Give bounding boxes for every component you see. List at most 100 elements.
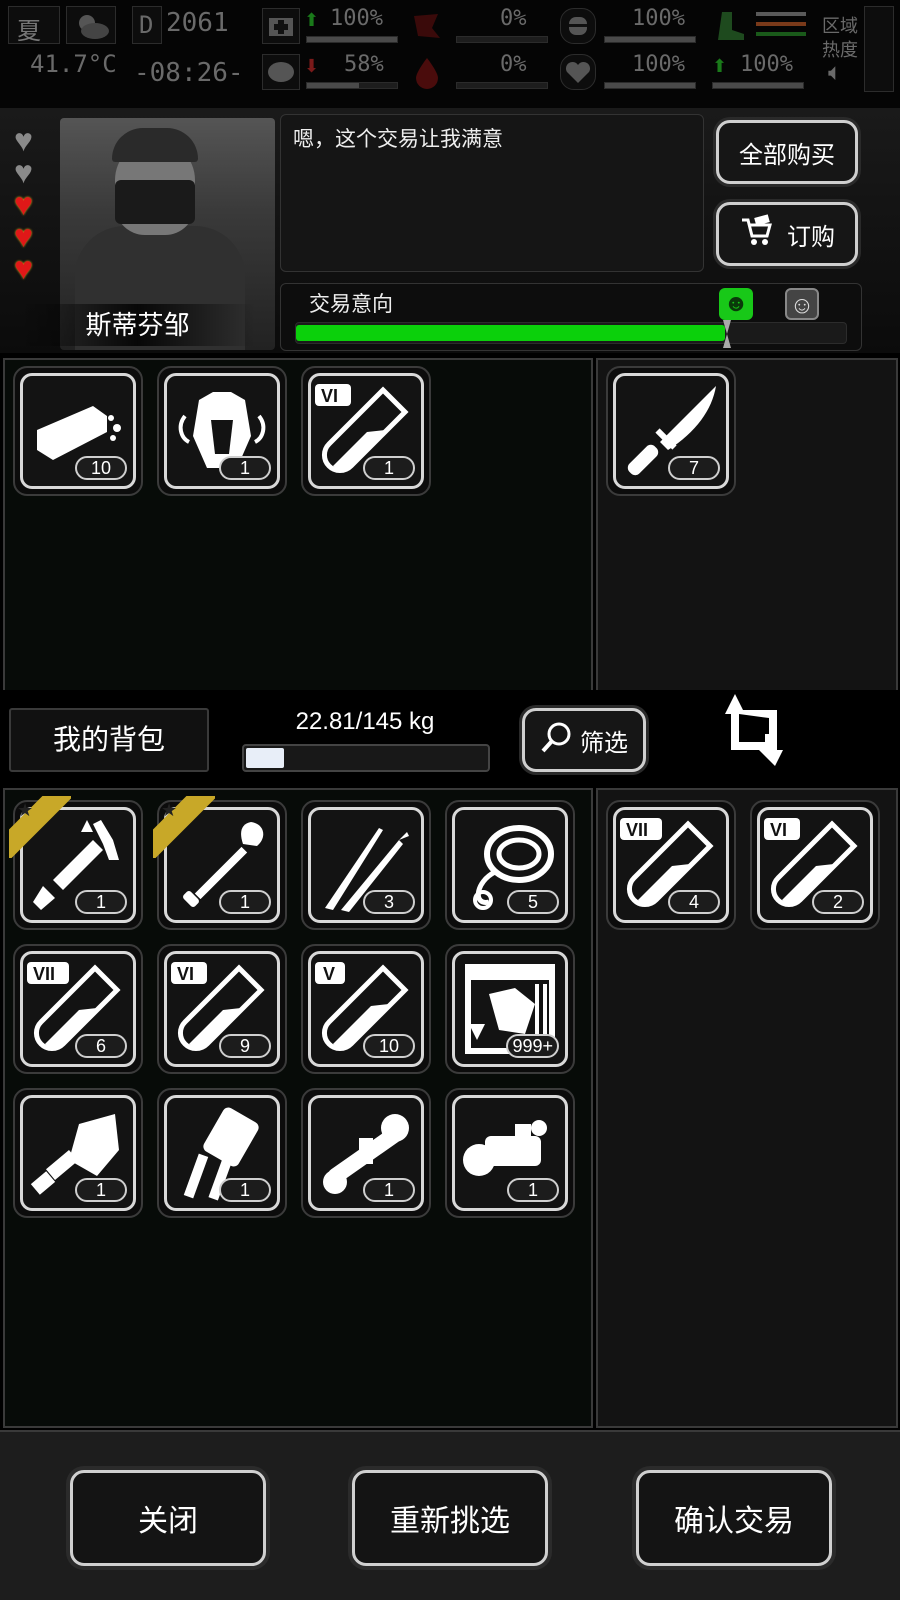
grin-face-icon: ☺ — [785, 288, 819, 320]
confirm-label: 确认交易 — [674, 1505, 794, 1538]
bag-item-slot[interactable]: VI 9 — [157, 944, 287, 1074]
bag-offer-slot[interactable]: VI 2 — [750, 800, 880, 930]
mood-bar — [604, 82, 696, 89]
medkit-icon — [262, 8, 300, 44]
slot-frame: VI 9 — [164, 951, 280, 1067]
item-count: 1 — [507, 1178, 559, 1202]
happy-face-icon: ☻ — [719, 288, 753, 320]
temperature-readout: 41.7°C — [30, 50, 117, 78]
slot-frame: 1 — [452, 1095, 568, 1211]
item-count: 3 — [363, 890, 415, 914]
item-count: 7 — [668, 456, 720, 480]
tier-label: VI — [321, 386, 339, 406]
blood-drop-icon — [412, 54, 442, 90]
zone-heat-meter — [864, 6, 894, 92]
trade-intent-panel: 交易意向 ☻ ☺ — [280, 283, 862, 351]
portrait-mask — [115, 180, 195, 224]
season-badge: 夏 — [8, 6, 60, 45]
tier-label: V — [323, 964, 336, 984]
item-count: 1 — [363, 456, 415, 480]
item-count: 4 — [668, 890, 720, 914]
hunger-down-arrow-icon: ⬇ — [304, 56, 320, 76]
bag-item-slot[interactable]: V 10 — [301, 944, 431, 1074]
bag-item-slot[interactable]: 1 — [445, 1088, 575, 1218]
bag-item-slot[interactable]: 1 — [13, 1088, 143, 1218]
affection-heart-empty-icon: ♥ — [14, 122, 33, 158]
bag-item-slot[interactable]: 1 — [157, 1088, 287, 1218]
bag-weight-bar — [242, 744, 490, 772]
tier-label: VII — [33, 964, 56, 984]
reselect-button[interactable]: 重新挑选 — [352, 1470, 548, 1566]
merchant-header: ♥ ♥ ♥ ♥ ♥ 斯蒂芬邹 嗯，这个交易让我满意 全部购买 订购 交易意向 ☻… — [0, 108, 900, 353]
bag-item-slot[interactable]: 1 — [301, 1088, 431, 1218]
stamina-up-arrow-icon: ⬆ — [712, 56, 728, 76]
slot-frame: 1 — [308, 1095, 424, 1211]
slot-frame: VII 4 — [613, 807, 729, 923]
tier-label: VI — [770, 820, 788, 840]
slot-frame: VII 6 — [20, 951, 136, 1067]
weather-sun-cloud-icon — [66, 6, 116, 44]
merchant-inventory-panel: 10 1 VI 1 — [3, 358, 593, 692]
swap-arrows-icon[interactable] — [715, 690, 785, 770]
item-count: 5 — [507, 890, 559, 914]
bag-toolbar: 我的背包 22.81/145 kg 筛选 — [0, 690, 900, 782]
bleeding-bar — [456, 36, 548, 43]
merchant-dialog: 嗯，这个交易让我满意 — [280, 114, 704, 272]
item-count: 1 — [75, 890, 127, 914]
starred-badge: ★ — [9, 796, 71, 858]
status-bar: 夏 41.7°C D 2061 -08:26- ⬆ 100% ⬇ 58% 0% … — [0, 0, 900, 108]
stamina-bar — [712, 82, 804, 89]
confirm-trade-button[interactable]: 确认交易 — [636, 1470, 832, 1566]
close-button[interactable]: 关闭 — [70, 1470, 266, 1566]
health-bar-fill — [307, 37, 397, 42]
thirst-pct: 0% — [500, 52, 527, 77]
brain-icon — [262, 54, 300, 90]
bag-item-slot[interactable]: 999+ — [445, 944, 575, 1074]
item-count: 1 — [75, 1178, 127, 1202]
slot-frame: VI 2 — [757, 807, 873, 923]
bag-item-slot[interactable]: VII 6 — [13, 944, 143, 1074]
slot-frame: 3 — [308, 807, 424, 923]
merchant-offer-panel: 7 — [596, 358, 898, 692]
bag-item-slot[interactable]: 1 ★ — [153, 796, 287, 930]
merchant-item-slot[interactable]: 1 — [157, 366, 287, 496]
zone-heat-label-1: 区域 — [822, 16, 858, 37]
stomach-icon — [560, 8, 596, 44]
trade-intent-label: 交易意向 — [309, 293, 393, 316]
bag-weight-fill — [246, 748, 285, 768]
order-button[interactable]: 订购 — [716, 202, 858, 266]
health-bar — [306, 36, 398, 43]
order-label: 订购 — [787, 223, 835, 251]
merchant-item-slot[interactable]: 10 — [13, 366, 143, 496]
filter-label: 筛选 — [580, 729, 628, 757]
merchant-offer-slot[interactable]: 7 — [606, 366, 736, 496]
thirst-bar — [456, 82, 548, 89]
slot-frame: 7 — [613, 373, 729, 489]
stamina-tick-1 — [756, 12, 806, 16]
buy-all-button[interactable]: 全部购买 — [716, 120, 858, 184]
slot-frame: V 10 — [308, 951, 424, 1067]
hunger-bar — [306, 82, 398, 89]
calendar-icon: D — [132, 6, 162, 44]
filter-button[interactable]: 筛选 — [522, 708, 646, 772]
bleeding-pct: 0% — [500, 6, 527, 31]
item-count: 10 — [363, 1034, 415, 1058]
bag-item-slot[interactable]: 5 — [445, 800, 575, 930]
stomach-bar — [604, 36, 696, 43]
bag-item-slot[interactable]: 1 ★ — [9, 796, 143, 930]
trade-intent-bar — [295, 322, 847, 344]
bag-item-slot[interactable]: 3 — [301, 800, 431, 930]
affection-heart-full-icon: ♥ — [14, 250, 33, 286]
bag-offer-slot[interactable]: VII 4 — [606, 800, 736, 930]
mood-pct: 100% — [632, 52, 685, 77]
star-icon: ★ — [17, 800, 34, 820]
sound-icon[interactable]: 🔈︎ — [828, 58, 842, 86]
bag-weight-readout: 22.81/145 kg — [295, 708, 435, 735]
item-count: 6 — [75, 1034, 127, 1058]
item-count: 1 — [219, 890, 271, 914]
reselect-label: 重新挑选 — [390, 1505, 510, 1538]
item-count: 999+ — [506, 1034, 559, 1058]
tier-label: VI — [177, 964, 195, 984]
merchant-name: 斯蒂芬邹 — [20, 304, 255, 346]
merchant-item-slot[interactable]: VI 1 — [301, 366, 431, 496]
